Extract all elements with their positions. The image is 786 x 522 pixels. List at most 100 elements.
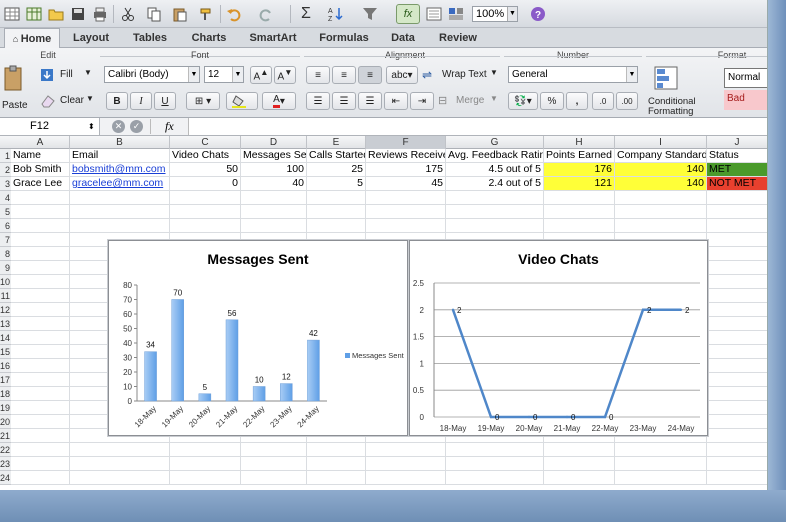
cell[interactable] bbox=[707, 471, 767, 485]
messages-sent-chart[interactable]: Messages Sent 0 10 20 30 40 50 60 70 80 34 18-May 7… bbox=[108, 240, 408, 436]
tab-smartart[interactable]: SmartArt bbox=[238, 28, 308, 48]
cell[interactable] bbox=[241, 457, 307, 471]
fill-button[interactable]: Fill ▼ bbox=[40, 66, 96, 84]
cell[interactable] bbox=[446, 205, 544, 219]
row-header[interactable]: 16 bbox=[0, 359, 11, 373]
header-cell[interactable]: Email bbox=[70, 149, 170, 163]
row-header[interactable]: 18 bbox=[0, 387, 11, 401]
cell[interactable] bbox=[11, 471, 70, 485]
cell[interactable] bbox=[11, 303, 70, 317]
redo-icon[interactable] bbox=[256, 4, 276, 24]
cell[interactable] bbox=[366, 457, 446, 471]
bold-button[interactable]: B bbox=[106, 92, 128, 110]
column-header-j[interactable]: J bbox=[707, 136, 767, 149]
cell[interactable] bbox=[615, 219, 707, 233]
name-box[interactable]: F12 ⬍ bbox=[0, 118, 100, 135]
cell[interactable] bbox=[11, 429, 70, 443]
cell[interactable] bbox=[707, 401, 767, 415]
cell[interactable] bbox=[11, 373, 70, 387]
cell[interactable] bbox=[11, 345, 70, 359]
cell[interactable] bbox=[307, 443, 366, 457]
new-workbook-icon[interactable] bbox=[24, 4, 44, 24]
data-cell[interactable]: 5 bbox=[307, 177, 366, 191]
data-cell[interactable]: bobsmith@mm.com bbox=[70, 163, 170, 177]
font-name-select[interactable]: Calibri (Body) ▼ bbox=[104, 66, 200, 83]
data-cell[interactable]: Bob Smith bbox=[11, 163, 70, 177]
increase-font-button[interactable]: A▲ bbox=[250, 66, 272, 84]
cell[interactable] bbox=[70, 457, 170, 471]
data-cell[interactable]: 100 bbox=[241, 163, 307, 177]
row-header[interactable]: 13 bbox=[0, 317, 11, 331]
increase-decimal-button[interactable]: .0 bbox=[592, 92, 614, 110]
row-header[interactable]: 5 bbox=[0, 205, 11, 219]
cell[interactable] bbox=[544, 457, 615, 471]
cell[interactable] bbox=[366, 471, 446, 485]
align-middle-button[interactable]: ≡ bbox=[332, 66, 356, 84]
data-cell[interactable]: 50 bbox=[170, 163, 241, 177]
cell[interactable] bbox=[11, 219, 70, 233]
cell[interactable] bbox=[307, 471, 366, 485]
row-header[interactable]: 20 bbox=[0, 415, 11, 429]
tab-formulas[interactable]: Formulas bbox=[308, 28, 380, 48]
cell[interactable] bbox=[70, 471, 170, 485]
cell[interactable] bbox=[241, 205, 307, 219]
open-icon[interactable] bbox=[46, 4, 66, 24]
sort-icon[interactable]: AZ bbox=[326, 4, 346, 24]
cell[interactable] bbox=[707, 373, 767, 387]
cell[interactable] bbox=[170, 457, 241, 471]
video-chats-chart[interactable]: Video Chats 0 0.5 1 1.5 2 2.5 2 18-May 0 19-May 0 2… bbox=[409, 240, 708, 436]
cell[interactable] bbox=[615, 457, 707, 471]
underline-button[interactable]: U bbox=[154, 92, 176, 110]
currency-button[interactable]: 💱▾ bbox=[508, 92, 538, 110]
decrease-font-button[interactable]: A▼ bbox=[274, 66, 296, 84]
column-header-h[interactable]: H bbox=[544, 136, 615, 149]
column-header-a[interactable]: A bbox=[11, 136, 70, 149]
cell[interactable] bbox=[307, 457, 366, 471]
cell[interactable] bbox=[170, 205, 241, 219]
header-cell[interactable]: Calls Started bbox=[307, 149, 366, 163]
cell[interactable] bbox=[11, 443, 70, 457]
clear-button[interactable]: Clear ▼ bbox=[40, 92, 96, 110]
cell[interactable] bbox=[70, 219, 170, 233]
borders-button[interactable]: ⊞ ▾ bbox=[186, 92, 220, 110]
cell[interactable] bbox=[707, 219, 767, 233]
data-cell[interactable]: gracelee@mm.com bbox=[70, 177, 170, 191]
cell[interactable] bbox=[446, 471, 544, 485]
font-size-select[interactable]: 12 ▼ bbox=[204, 66, 244, 83]
cell[interactable] bbox=[70, 191, 170, 205]
row-header[interactable]: 9 bbox=[0, 261, 11, 275]
cell[interactable] bbox=[707, 387, 767, 401]
column-header-e[interactable]: E bbox=[307, 136, 366, 149]
cell[interactable] bbox=[170, 471, 241, 485]
cell[interactable] bbox=[707, 247, 767, 261]
percent-button[interactable]: % bbox=[540, 92, 564, 110]
cell[interactable] bbox=[366, 205, 446, 219]
row-header[interactable]: 19 bbox=[0, 401, 11, 415]
column-header-i[interactable]: I bbox=[615, 136, 707, 149]
cell[interactable] bbox=[446, 191, 544, 205]
row-header[interactable]: 3 bbox=[0, 177, 11, 191]
cell[interactable] bbox=[707, 443, 767, 457]
data-cell[interactable]: 4.5 out of 5 bbox=[446, 163, 544, 177]
paste-icon[interactable] bbox=[170, 4, 190, 24]
data-cell[interactable]: 140 bbox=[615, 163, 707, 177]
italic-button[interactable]: I bbox=[130, 92, 152, 110]
cell[interactable] bbox=[615, 205, 707, 219]
data-cell[interactable]: Grace Lee bbox=[11, 177, 70, 191]
decrease-decimal-button[interactable]: .00 bbox=[616, 92, 638, 110]
cell[interactable] bbox=[11, 205, 70, 219]
tab-review[interactable]: Review bbox=[426, 28, 490, 48]
cancel-icon[interactable]: ✕ bbox=[112, 120, 125, 133]
undo-icon[interactable] bbox=[224, 4, 244, 24]
row-header[interactable]: 14 bbox=[0, 331, 11, 345]
column-header-f[interactable]: F bbox=[366, 136, 446, 149]
help-icon[interactable]: ? bbox=[528, 4, 548, 24]
comma-button[interactable]: , bbox=[566, 92, 588, 110]
row-header[interactable]: 15 bbox=[0, 345, 11, 359]
data-cell[interactable]: 40 bbox=[241, 177, 307, 191]
data-cell[interactable]: 0 bbox=[170, 177, 241, 191]
header-cell[interactable]: Video Chats bbox=[170, 149, 241, 163]
cell[interactable] bbox=[446, 457, 544, 471]
row-header[interactable]: 11 bbox=[0, 289, 11, 303]
row-header[interactable]: 23 bbox=[0, 457, 11, 471]
